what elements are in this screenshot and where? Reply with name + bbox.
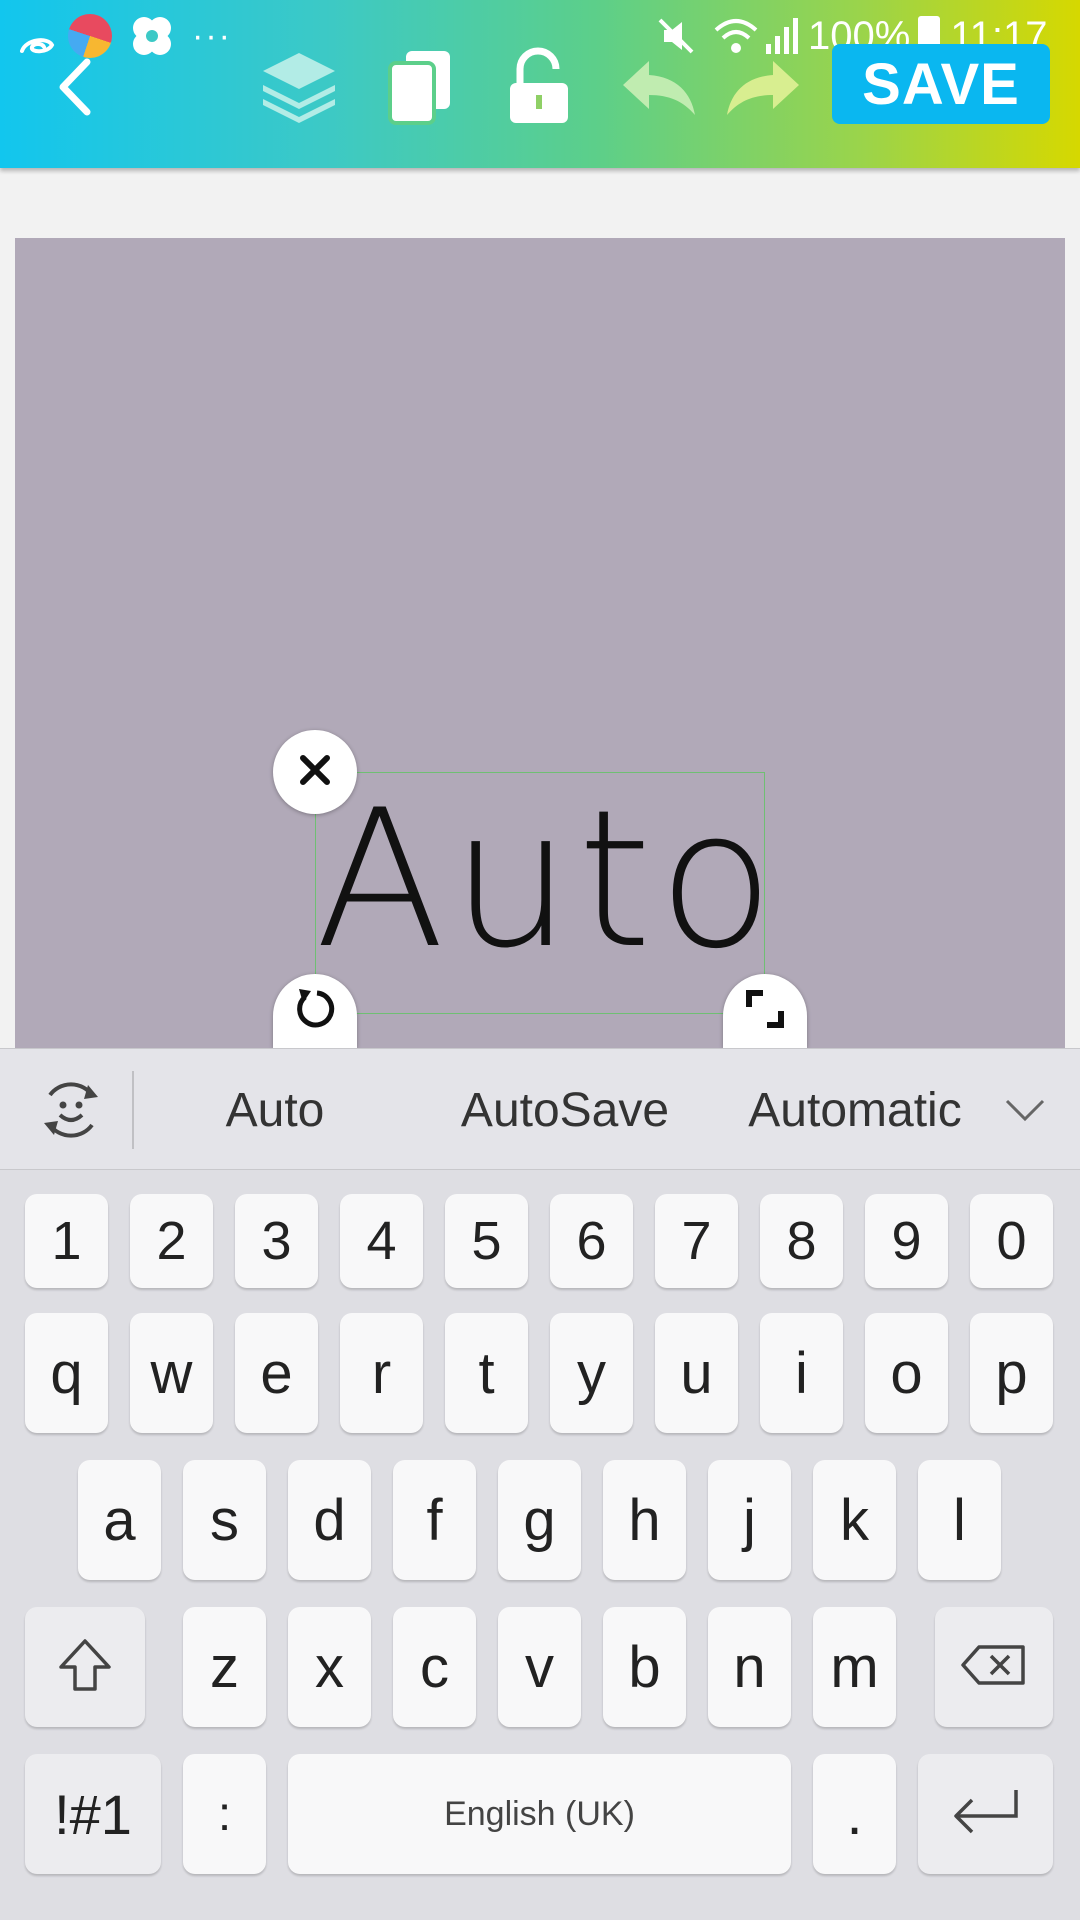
key-k[interactable]: k [813,1460,896,1580]
key-1[interactable]: 1 [25,1194,108,1288]
enter-key[interactable] [918,1754,1053,1874]
key-g[interactable]: g [498,1460,581,1580]
key-d[interactable]: d [288,1460,371,1580]
key-p[interactable]: p [970,1313,1053,1433]
emoji-sticker-icon[interactable] [16,1049,126,1171]
chevron-down-icon[interactable] [990,1049,1060,1171]
key-x[interactable]: x [288,1607,371,1727]
key-8[interactable]: 8 [760,1194,843,1288]
backspace-key[interactable] [935,1607,1053,1727]
backspace-icon [959,1643,1029,1692]
unlock-icon[interactable] [494,42,584,132]
key-l[interactable]: l [918,1460,1001,1580]
key-i[interactable]: i [760,1313,843,1433]
key-0[interactable]: 0 [970,1194,1053,1288]
delete-element-button[interactable] [273,730,357,814]
colon-key[interactable]: : [183,1754,266,1874]
rotate-icon [291,985,339,1037]
symbols-key[interactable]: !#1 [25,1754,161,1874]
key-2[interactable]: 2 [130,1194,213,1288]
suggestion-bar: Auto AutoSave Automatic [0,1048,1080,1170]
key-q[interactable]: q [25,1313,108,1433]
undo-icon[interactable] [614,42,704,132]
resize-handle[interactable] [723,974,807,1048]
key-5[interactable]: 5 [445,1194,528,1288]
more-notifications-icon: ··· [192,16,232,55]
save-button[interactable]: SAVE [832,44,1050,124]
key-3[interactable]: 3 [235,1194,318,1288]
key-7[interactable]: 7 [655,1194,738,1288]
key-s[interactable]: s [183,1460,266,1580]
key-c[interactable]: c [393,1607,476,1727]
duplicate-icon[interactable] [374,42,464,132]
key-n[interactable]: n [708,1607,791,1727]
resize-icon [745,989,785,1033]
key-f[interactable]: f [393,1460,476,1580]
key-4[interactable]: 4 [340,1194,423,1288]
top-toolbar: ··· 100% 11:17 SAVE [0,0,1080,168]
space-key[interactable]: English (UK) [288,1754,791,1874]
suggestion-divider [132,1071,134,1149]
key-o[interactable]: o [865,1313,948,1433]
key-j[interactable]: j [708,1460,791,1580]
enter-icon [948,1786,1024,1843]
suggestion-2[interactable]: AutoSave [430,1049,700,1171]
key-t[interactable]: t [445,1313,528,1433]
key-6[interactable]: 6 [550,1194,633,1288]
key-v[interactable]: v [498,1607,581,1727]
key-h[interactable]: h [603,1460,686,1580]
key-y[interactable]: y [550,1313,633,1433]
soft-keyboard: Auto AutoSave Automatic 1 2 3 4 5 6 7 8 … [0,1048,1080,1920]
rotate-handle[interactable] [273,974,357,1048]
key-a[interactable]: a [78,1460,161,1580]
suggestion-1[interactable]: Auto [160,1049,390,1171]
key-m[interactable]: m [813,1607,896,1727]
shift-icon [55,1635,115,1700]
key-r[interactable]: r [340,1313,423,1433]
close-icon [298,753,332,791]
period-key[interactable]: . [813,1754,896,1874]
canvas-text-element[interactable]: Auto [315,780,774,980]
key-z[interactable]: z [183,1607,266,1727]
redo-icon[interactable] [718,42,808,132]
app-clover-icon [130,14,174,58]
layers-icon[interactable] [254,42,344,132]
back-icon[interactable] [30,42,120,132]
key-b[interactable]: b [603,1607,686,1727]
key-e[interactable]: e [235,1313,318,1433]
suggestion-3[interactable]: Automatic [730,1049,980,1171]
key-w[interactable]: w [130,1313,213,1433]
key-9[interactable]: 9 [865,1194,948,1288]
shift-key[interactable] [25,1607,145,1727]
key-u[interactable]: u [655,1313,738,1433]
